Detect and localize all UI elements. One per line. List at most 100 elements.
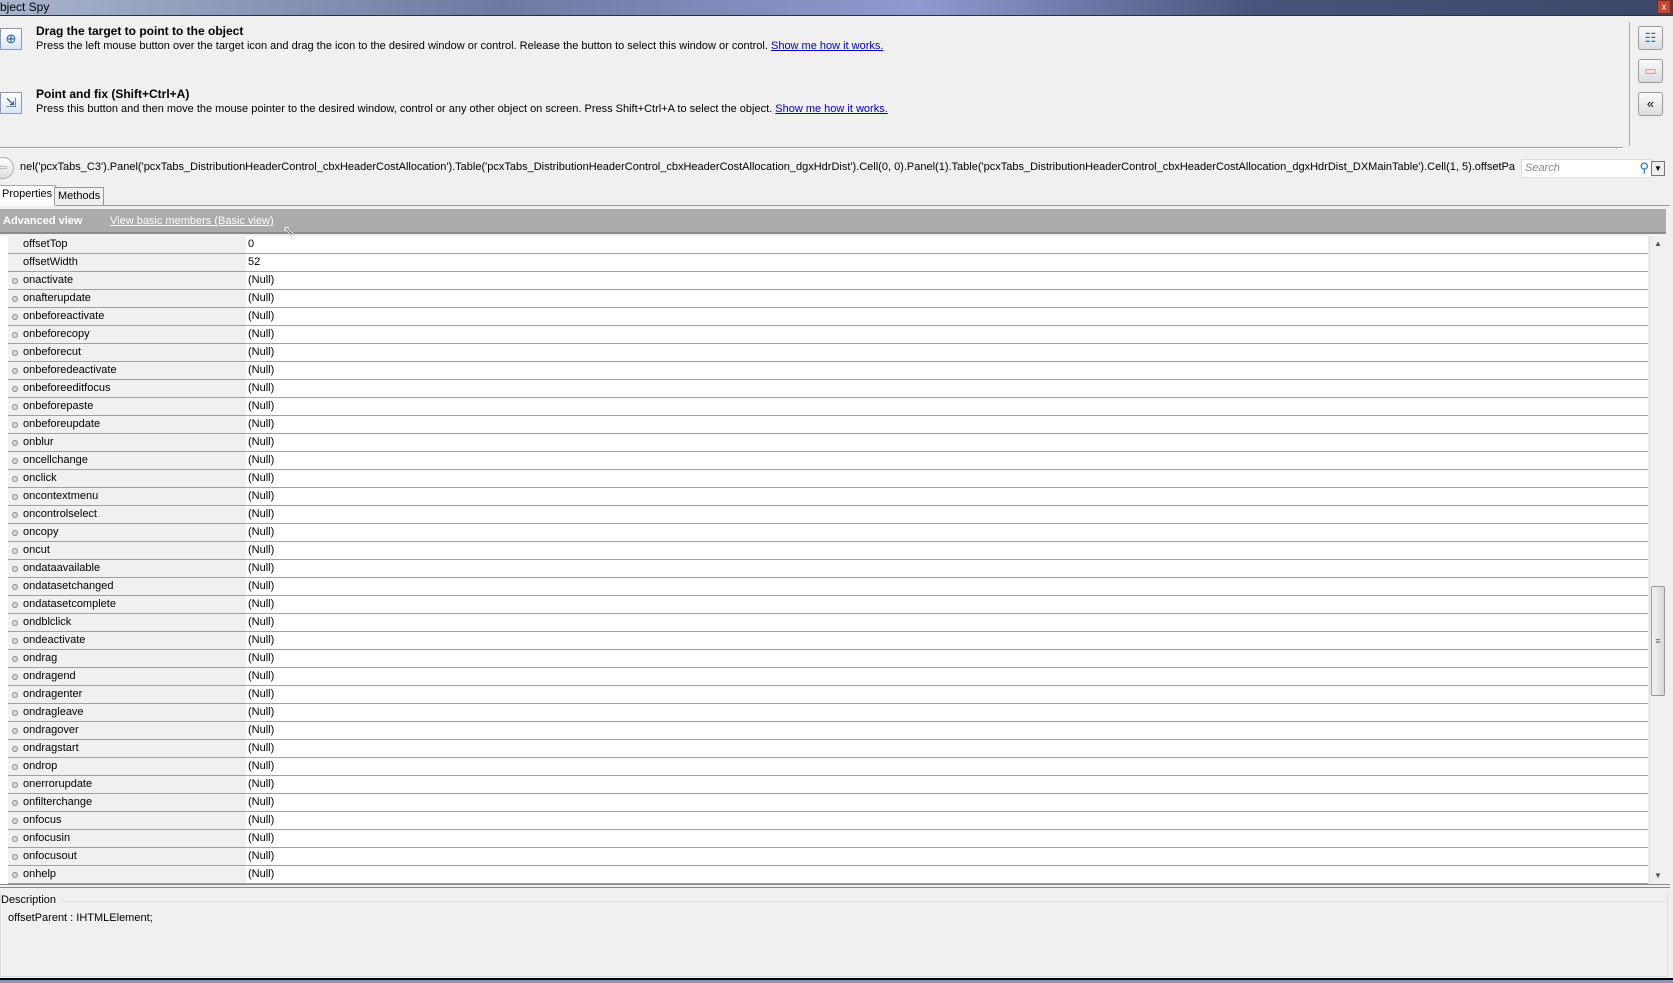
property-value[interactable]: (Null) — [246, 722, 274, 739]
object-tree-button[interactable]: ☷ — [1638, 26, 1663, 50]
property-row[interactable]: ondragover (Null) — [8, 722, 1648, 740]
scrollbar-thumb[interactable]: ≡ — [1651, 586, 1665, 696]
search-dropdown-button[interactable]: ▼ — [1651, 161, 1665, 176]
property-value[interactable]: (Null) — [246, 524, 274, 541]
property-row[interactable]: onfilterchange (Null) — [8, 794, 1648, 812]
property-row[interactable]: onfocus (Null) — [8, 812, 1648, 830]
property-value[interactable]: (Null) — [246, 470, 274, 487]
property-row[interactable]: onfocusin (Null) — [8, 830, 1648, 848]
properties-grid: offsetTop 0 offsetWidth 52 onactivate (Null) o… — [0, 236, 1648, 884]
property-value[interactable]: (Null) — [246, 398, 274, 415]
property-row[interactable]: onblur (Null) — [8, 434, 1648, 452]
vertical-scrollbar[interactable]: ▲ ≡ ▼ — [1649, 236, 1666, 884]
property-value[interactable]: (Null) — [246, 812, 274, 829]
property-row[interactable]: onbeforeeditfocus (Null) — [8, 380, 1648, 398]
target-icon[interactable]: ⊕ — [0, 28, 22, 50]
event-icon — [12, 584, 18, 590]
point-show-me-link[interactable]: Show me how it works. — [775, 103, 887, 115]
highlight-button[interactable]: ▭ — [1638, 59, 1663, 83]
property-value[interactable]: (Null) — [246, 614, 274, 631]
property-value[interactable]: (Null) — [246, 506, 274, 523]
property-value[interactable]: 52 — [246, 254, 260, 271]
property-row[interactable]: onbeforecopy (Null) — [8, 326, 1648, 344]
property-value[interactable]: (Null) — [246, 596, 274, 613]
property-row[interactable]: onfocusout (Null) — [8, 848, 1648, 866]
property-value[interactable]: (Null) — [246, 632, 274, 649]
property-row[interactable]: onbeforedeactivate (Null) — [8, 362, 1648, 380]
property-row[interactable]: ondatasetcomplete (Null) — [8, 596, 1648, 614]
property-row[interactable]: offsetTop 0 — [8, 236, 1648, 254]
property-value[interactable]: (Null) — [246, 740, 274, 757]
property-row[interactable]: onerrorupdate (Null) — [8, 776, 1648, 794]
property-value[interactable]: (Null) — [246, 794, 274, 811]
property-row[interactable]: oncontrolselect (Null) — [8, 506, 1648, 524]
tab-properties[interactable]: Properties — [0, 185, 57, 206]
property-row[interactable]: onbeforepaste (Null) — [8, 398, 1648, 416]
property-value[interactable]: (Null) — [246, 542, 274, 559]
basic-view-link[interactable]: View basic members (Basic view) — [110, 215, 274, 227]
property-value[interactable]: (Null) — [246, 452, 274, 469]
property-row[interactable]: onafterupdate (Null) — [8, 290, 1648, 308]
search-input[interactable]: Search ⚲ — [1521, 159, 1653, 178]
property-row[interactable]: onactivate (Null) — [8, 272, 1648, 290]
point-and-fix-button[interactable]: ⇲ — [0, 92, 22, 114]
property-row[interactable]: ondataavailable (Null) — [8, 560, 1648, 578]
scroll-up-icon[interactable]: ▲ — [1650, 236, 1666, 252]
property-value[interactable]: (Null) — [246, 704, 274, 721]
collapse-button[interactable]: « — [1638, 92, 1663, 116]
property-value[interactable]: (Null) — [246, 380, 274, 397]
tab-methods[interactable]: Methods — [54, 187, 105, 205]
property-name: ondragend — [8, 668, 246, 685]
property-row[interactable]: onclick (Null) — [8, 470, 1648, 488]
close-icon[interactable]: x — [1657, 0, 1671, 14]
property-row[interactable]: ondrag (Null) — [8, 650, 1648, 668]
property-value[interactable]: (Null) — [246, 776, 274, 793]
property-row[interactable]: ondragleave (Null) — [8, 704, 1648, 722]
property-row[interactable]: onbeforeupdate (Null) — [8, 416, 1648, 434]
property-row[interactable]: ondblclick (Null) — [8, 614, 1648, 632]
back-button[interactable]: ⇦ — [0, 157, 14, 179]
property-row[interactable]: oncopy (Null) — [8, 524, 1648, 542]
property-name: ondragleave — [8, 704, 246, 721]
property-value[interactable]: (Null) — [246, 758, 274, 775]
property-value[interactable]: (Null) — [246, 290, 274, 307]
search-icon[interactable]: ⚲ — [1639, 160, 1649, 176]
property-row[interactable]: oncellchange (Null) — [8, 452, 1648, 470]
property-value[interactable]: (Null) — [246, 362, 274, 379]
property-value[interactable]: (Null) — [246, 434, 274, 451]
property-row[interactable]: ondrop (Null) — [8, 758, 1648, 776]
property-row[interactable]: offsetWidth 52 — [8, 254, 1648, 272]
drag-show-me-link[interactable]: Show me how it works. — [771, 40, 883, 52]
property-row[interactable]: ondragstart (Null) — [8, 740, 1648, 758]
property-row[interactable]: ondragenter (Null) — [8, 686, 1648, 704]
property-value[interactable]: (Null) — [246, 830, 274, 847]
property-row[interactable]: oncontextmenu (Null) — [8, 488, 1648, 506]
property-value[interactable]: (Null) — [246, 686, 274, 703]
event-icon — [12, 332, 18, 338]
property-value[interactable]: (Null) — [246, 578, 274, 595]
property-value[interactable]: (Null) — [246, 344, 274, 361]
property-value[interactable]: (Null) — [246, 416, 274, 433]
property-row[interactable]: oncut (Null) — [8, 542, 1648, 560]
property-row[interactable]: ondeactivate (Null) — [8, 632, 1648, 650]
property-value[interactable]: (Null) — [246, 848, 274, 865]
property-value[interactable]: (Null) — [246, 326, 274, 343]
property-value[interactable]: 0 — [246, 236, 254, 253]
property-value[interactable]: (Null) — [246, 866, 274, 883]
property-value[interactable]: (Null) — [246, 650, 274, 667]
property-value[interactable]: (Null) — [246, 668, 274, 685]
property-value[interactable]: (Null) — [246, 560, 274, 577]
event-icon — [12, 548, 18, 554]
property-row[interactable]: onhelp (Null) — [8, 866, 1648, 884]
property-row[interactable]: onbeforeactivate (Null) — [8, 308, 1648, 326]
property-value[interactable]: (Null) — [246, 488, 274, 505]
property-row[interactable]: ondatasetchanged (Null) — [8, 578, 1648, 596]
property-row[interactable]: onbeforecut (Null) — [8, 344, 1648, 362]
property-name: onblur — [8, 434, 246, 451]
property-value[interactable]: (Null) — [246, 308, 274, 325]
splitter[interactable] — [0, 884, 1670, 888]
property-row[interactable]: ondragend (Null) — [8, 668, 1648, 686]
divider — [1629, 22, 1630, 146]
scroll-down-icon[interactable]: ▼ — [1650, 868, 1666, 884]
property-value[interactable]: (Null) — [246, 272, 274, 289]
